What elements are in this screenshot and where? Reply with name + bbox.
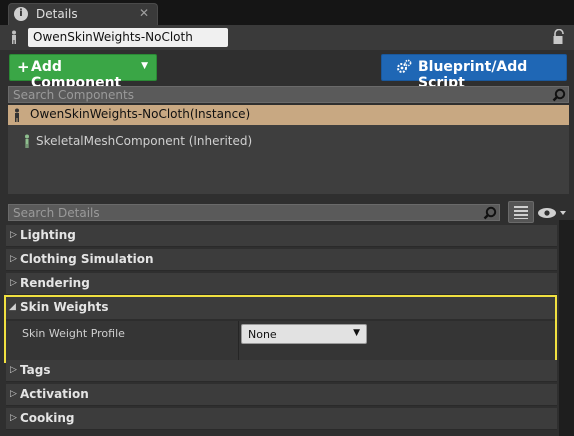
chevron-down-icon: ◢ <box>9 302 16 312</box>
category-cooking[interactable]: ▷ Cooking <box>6 408 557 430</box>
category-label: Activation <box>20 387 89 401</box>
chevron-right-icon: ▷ <box>10 278 17 288</box>
category-tags[interactable]: ▷ Tags <box>6 360 557 382</box>
skin-weight-profile-dropdown[interactable]: None ▼ <box>241 324 367 344</box>
gear-icon <box>397 59 412 73</box>
chevron-down-icon: ▼ <box>353 328 360 338</box>
category-skin-weights-header[interactable]: ◢ Skin Weights <box>6 297 555 319</box>
tree-item-instance[interactable]: OwenSkinWeights-NoCloth(Instance) <box>8 105 569 125</box>
actor-name-field[interactable]: OwenSkinWeights-NoCloth <box>28 28 228 47</box>
category-label: Lighting <box>20 228 76 242</box>
scrollbar[interactable] <box>559 220 574 436</box>
category-label: Cooking <box>20 411 75 425</box>
skeletal-mesh-icon <box>25 134 29 148</box>
tree-item-skeletal-mesh[interactable]: SkeletalMeshComponent (Inherited) <box>8 131 569 151</box>
tree-item-label: OwenSkinWeights-NoCloth(Instance) <box>30 107 251 121</box>
property-matrix-button[interactable] <box>508 201 534 223</box>
category-lighting[interactable]: ▷ Lighting <box>6 225 557 247</box>
plus-icon: + <box>17 58 30 76</box>
category-rendering[interactable]: ▷ Rendering <box>6 273 557 295</box>
tab-strip: i Details ✕ <box>0 0 574 25</box>
category-label: Clothing Simulation <box>20 252 154 266</box>
category-label: Skin Weights <box>20 300 109 314</box>
search-details-input[interactable] <box>9 205 489 220</box>
tree-item-label: SkeletalMeshComponent (Inherited) <box>36 134 253 148</box>
category-skin-weights: ◢ Skin Weights Skin Weight Profile None … <box>4 295 557 363</box>
search-icon[interactable] <box>552 88 566 102</box>
category-label: Tags <box>20 363 51 377</box>
tab-title: Details <box>36 7 78 21</box>
property-label: Skin Weight Profile <box>22 327 125 340</box>
category-clothing-simulation[interactable]: ▷ Clothing Simulation <box>6 249 557 271</box>
chevron-right-icon: ▷ <box>10 230 17 240</box>
chevron-right-icon: ▷ <box>10 389 17 399</box>
tab-details[interactable]: i Details ✕ <box>8 3 158 25</box>
search-components-input[interactable] <box>9 87 489 102</box>
chevron-down-icon: ▼ <box>141 61 148 71</box>
lock-icon[interactable] <box>552 29 566 45</box>
category-activation[interactable]: ▷ Activation <box>6 384 557 406</box>
search-components <box>8 86 569 103</box>
close-icon[interactable]: ✕ <box>139 6 149 20</box>
list-icon <box>514 206 528 219</box>
details-panel: OwenSkinWeights-NoCloth + Add Component … <box>0 25 574 436</box>
actor-icon <box>15 108 19 122</box>
category-label: Rendering <box>20 276 90 290</box>
chevron-right-icon: ▷ <box>10 365 17 375</box>
search-details <box>8 204 500 221</box>
eye-icon[interactable] <box>537 205 569 221</box>
info-icon: i <box>14 7 28 21</box>
blueprint-add-script-button[interactable]: Blueprint/Add Script <box>381 54 567 91</box>
add-component-button[interactable]: + Add Component ▼ <box>9 54 157 91</box>
component-tree: OwenSkinWeights-NoCloth(Instance) Skelet… <box>8 105 569 194</box>
search-icon[interactable] <box>483 206 497 220</box>
actor-name-row: OwenSkinWeights-NoCloth <box>0 25 574 50</box>
actor-icon <box>12 30 16 44</box>
chevron-right-icon: ▷ <box>10 413 17 423</box>
property-row-skin-weight-profile: Skin Weight Profile None ▼ <box>6 321 555 361</box>
chevron-right-icon: ▷ <box>10 254 17 264</box>
dropdown-value: None <box>248 328 277 341</box>
column-divider[interactable] <box>238 321 239 361</box>
